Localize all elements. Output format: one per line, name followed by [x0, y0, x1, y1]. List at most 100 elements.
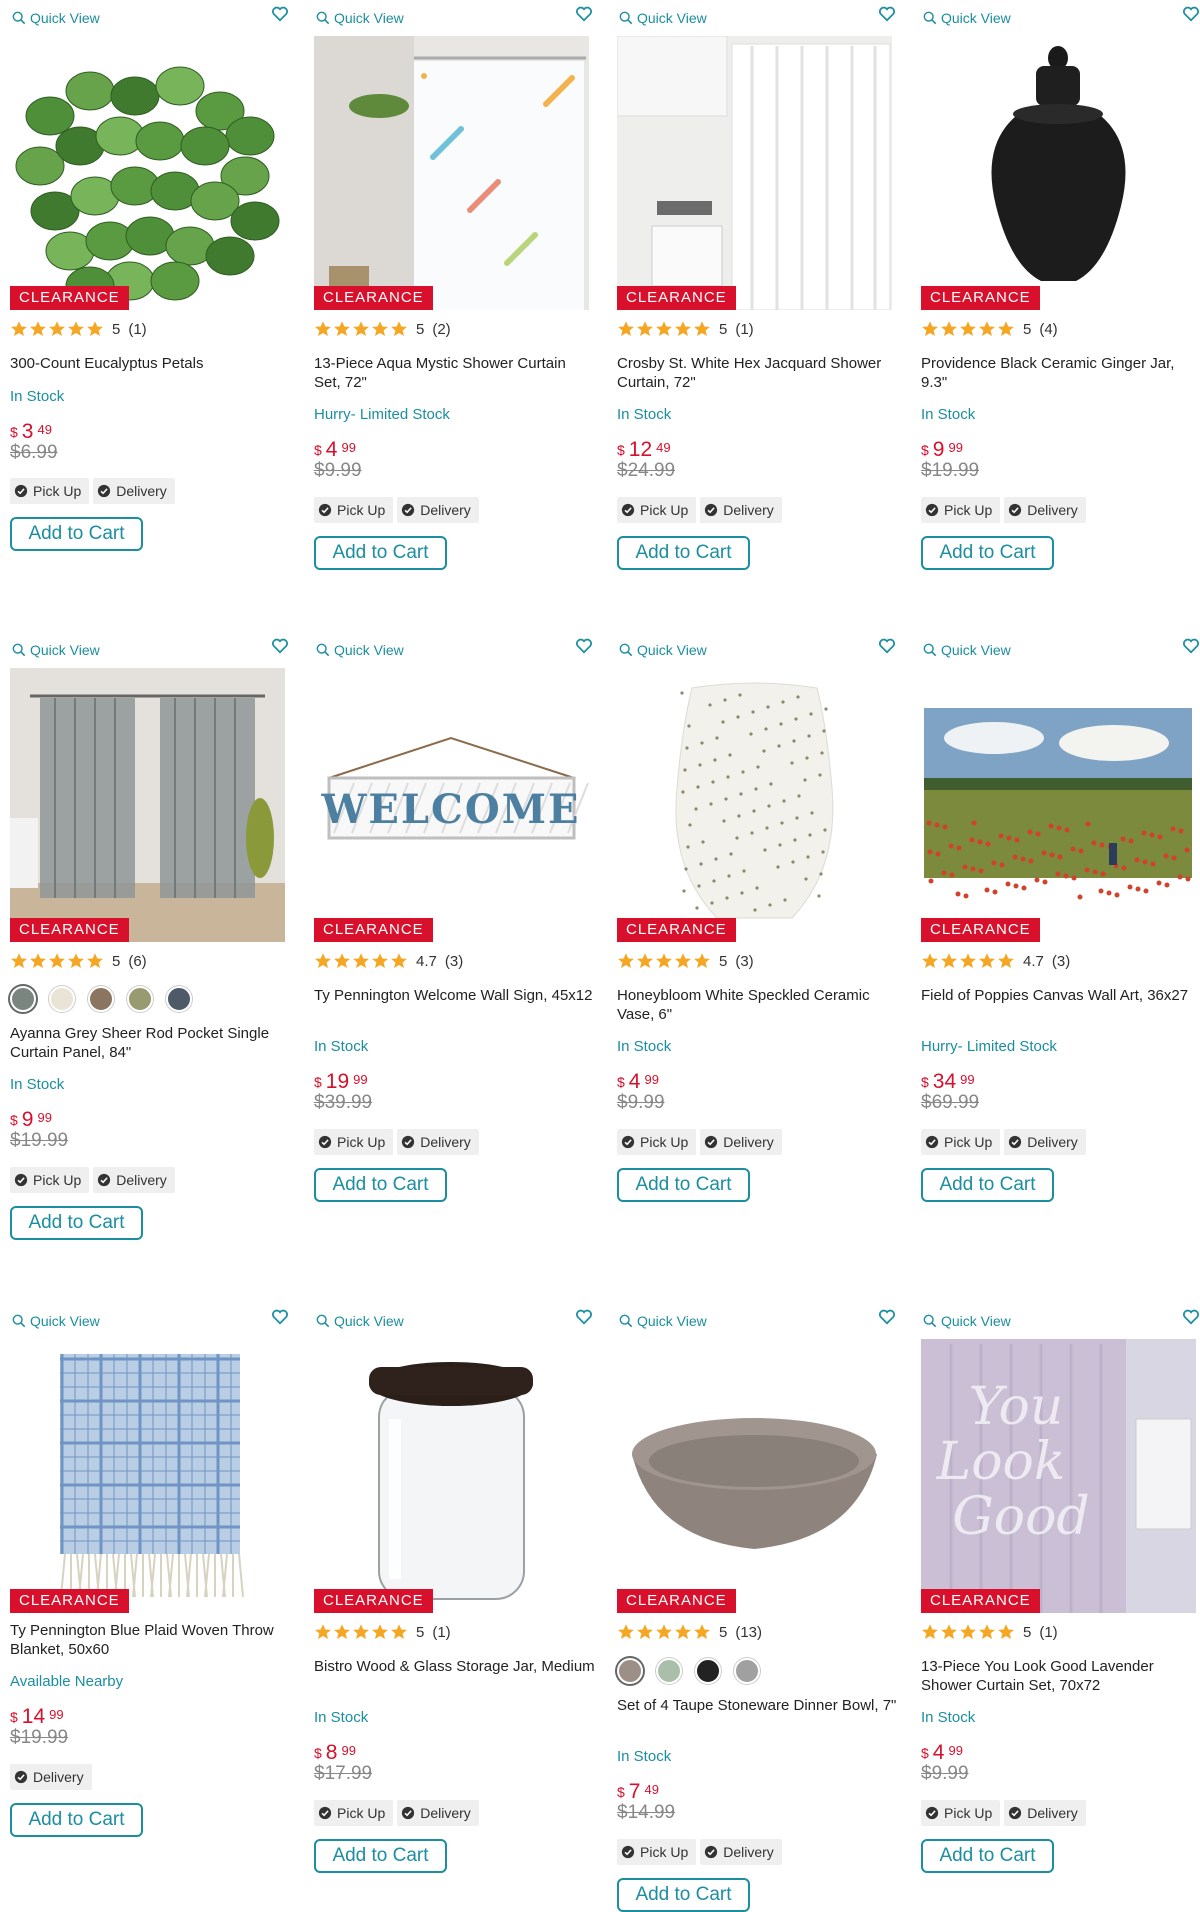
heart-icon[interactable]	[878, 638, 896, 654]
quick-view-link[interactable]: Quick View	[316, 642, 404, 658]
add-to-cart-button[interactable]: Add to Cart	[921, 1168, 1054, 1202]
heart-icon[interactable]	[271, 6, 289, 22]
heart-icon[interactable]	[1182, 638, 1200, 654]
product-title[interactable]: Honeybloom White Speckled Ceramic Vase, …	[617, 986, 899, 1024]
product-image[interactable]	[314, 1339, 589, 1613]
product-title[interactable]: 13-Piece You Look Good Lavender Shower C…	[921, 1657, 1200, 1695]
rating: 5 (4)	[921, 320, 1058, 338]
star-icon	[353, 953, 369, 969]
color-swatch[interactable]	[656, 1658, 682, 1684]
review-count[interactable]: (1)	[1039, 1624, 1057, 1641]
add-to-cart-button[interactable]: Add to Cart	[10, 1803, 143, 1837]
product-image[interactable]	[314, 36, 589, 310]
original-price: $9.99	[617, 1092, 665, 1113]
delivery-chip: Delivery	[397, 1129, 479, 1155]
quick-view-link[interactable]: Quick View	[12, 10, 100, 26]
color-swatch[interactable]	[49, 986, 75, 1012]
product-title[interactable]: Ty Pennington Welcome Wall Sign, 45x12	[314, 986, 596, 1005]
review-count[interactable]: (1)	[432, 1624, 450, 1641]
product-title[interactable]: Bistro Wood & Glass Storage Jar, Medium	[314, 1657, 596, 1676]
product-title[interactable]: Crosby St. White Hex Jacquard Shower Cur…	[617, 354, 899, 392]
product-image[interactable]: You Look Good	[921, 1339, 1196, 1613]
product-title[interactable]: Providence Black Ceramic Ginger Jar, 9.3…	[921, 354, 1200, 392]
review-count[interactable]: (3)	[735, 953, 753, 970]
quick-view-link[interactable]: Quick View	[316, 10, 404, 26]
rating-value: 5	[1023, 1623, 1032, 1641]
quick-view-link[interactable]: Quick View	[619, 642, 707, 658]
color-swatch[interactable]	[88, 986, 114, 1012]
original-price: $9.99	[921, 1763, 969, 1784]
quick-view-link[interactable]: Quick View	[12, 642, 100, 658]
color-swatch[interactable]	[127, 986, 153, 1012]
heart-icon[interactable]	[575, 638, 593, 654]
review-count[interactable]: (3)	[445, 953, 463, 970]
star-icon	[87, 953, 103, 969]
add-to-cart-button[interactable]: Add to Cart	[921, 536, 1054, 570]
pick-up-label: Pick Up	[944, 1805, 993, 1821]
product-title[interactable]: Set of 4 Taupe Stoneware Dinner Bowl, 7"	[617, 1696, 899, 1715]
quick-view-link[interactable]: Quick View	[619, 10, 707, 26]
review-count[interactable]: (1)	[128, 321, 146, 338]
color-swatch[interactable]	[617, 1658, 643, 1684]
color-swatch[interactable]	[10, 986, 36, 1012]
add-to-cart-button[interactable]: Add to Cart	[10, 517, 143, 551]
search-icon	[619, 643, 633, 657]
product-image[interactable]	[921, 668, 1196, 942]
quick-view-link[interactable]: Quick View	[923, 1313, 1011, 1329]
review-count[interactable]: (4)	[1039, 321, 1057, 338]
add-to-cart-button[interactable]: Add to Cart	[617, 1168, 750, 1202]
add-to-cart-button[interactable]: Add to Cart	[314, 1839, 447, 1873]
review-count[interactable]: (3)	[1052, 953, 1070, 970]
heart-icon[interactable]	[1182, 6, 1200, 22]
add-to-cart-button[interactable]: Add to Cart	[10, 1206, 143, 1240]
product-image[interactable]	[617, 1339, 892, 1613]
product-image[interactable]	[10, 668, 285, 942]
quick-view-link[interactable]: Quick View	[923, 10, 1011, 26]
color-swatch[interactable]	[734, 1658, 760, 1684]
review-count[interactable]: (1)	[735, 321, 753, 338]
add-to-cart-button[interactable]: Add to Cart	[314, 1168, 447, 1202]
product-image[interactable]	[617, 668, 892, 942]
review-count[interactable]: (2)	[432, 321, 450, 338]
product-image[interactable]	[617, 36, 892, 310]
quick-view-link[interactable]: Quick View	[923, 642, 1011, 658]
add-to-cart-button[interactable]: Add to Cart	[921, 1839, 1054, 1873]
pick-up-chip: Pick Up	[10, 1167, 90, 1193]
product-image[interactable]: WELCOME	[314, 668, 589, 942]
product-title[interactable]: Field of Poppies Canvas Wall Art, 36x27	[921, 986, 1200, 1005]
price-currency: $	[921, 1745, 929, 1761]
heart-icon[interactable]	[878, 1309, 896, 1325]
color-swatch[interactable]	[166, 986, 192, 1012]
product-image[interactable]	[10, 36, 285, 310]
product-image[interactable]	[10, 1339, 285, 1613]
heart-icon[interactable]	[575, 6, 593, 22]
color-swatch[interactable]	[695, 1658, 721, 1684]
heart-icon[interactable]	[271, 1309, 289, 1325]
heart-icon[interactable]	[575, 1309, 593, 1325]
star-icon	[694, 953, 710, 969]
product-title[interactable]: 300-Count Eucalyptus Petals	[10, 354, 292, 373]
add-to-cart-button[interactable]: Add to Cart	[617, 536, 750, 570]
heart-icon[interactable]	[271, 638, 289, 654]
review-count[interactable]: (13)	[735, 1624, 762, 1641]
check-circle-icon	[705, 1845, 718, 1859]
search-icon	[316, 643, 330, 657]
quick-view-link[interactable]: Quick View	[316, 1313, 404, 1329]
add-to-cart-button[interactable]: Add to Cart	[314, 536, 447, 570]
heart-icon[interactable]	[878, 6, 896, 22]
quick-view-link[interactable]: Quick View	[619, 1313, 707, 1329]
add-to-cart-button[interactable]: Add to Cart	[617, 1878, 750, 1912]
star-icon	[675, 1624, 691, 1640]
original-price: $24.99	[617, 460, 676, 481]
pick-up-label: Pick Up	[337, 1134, 386, 1150]
quick-view-link[interactable]: Quick View	[12, 1313, 100, 1329]
pick-up-label: Pick Up	[640, 502, 689, 518]
star-icon	[637, 1624, 653, 1640]
product-title[interactable]: 13-Piece Aqua Mystic Shower Curtain Set,…	[314, 354, 596, 392]
product-title[interactable]: Ayanna Grey Sheer Rod Pocket Single Curt…	[10, 1024, 292, 1062]
heart-icon[interactable]	[1182, 1309, 1200, 1325]
sale-price: $ 34 99	[921, 1070, 975, 1094]
product-image[interactable]	[921, 36, 1196, 310]
review-count[interactable]: (6)	[128, 953, 146, 970]
product-title[interactable]: Ty Pennington Blue Plaid Woven Throw Bla…	[10, 1621, 292, 1659]
